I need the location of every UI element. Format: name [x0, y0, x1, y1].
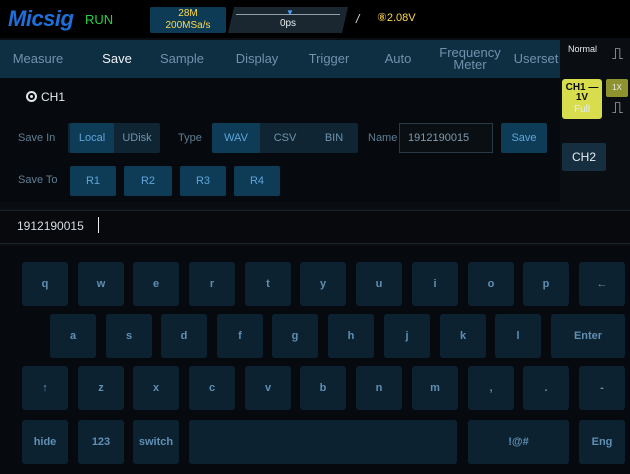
trigger-position-marker-icon: ▼: [286, 8, 294, 17]
run-state[interactable]: RUN: [85, 12, 113, 27]
time-offset: 0ps: [279, 18, 297, 29]
save-in-local-button[interactable]: Local: [70, 123, 114, 153]
key-k[interactable]: k: [440, 314, 486, 358]
coupling-wave-icon: ⎍: [612, 100, 624, 117]
language-key[interactable]: Eng: [579, 420, 625, 464]
key-l[interactable]: l: [495, 314, 541, 358]
sample-depth: 28M: [178, 8, 198, 19]
key-comma[interactable]: ,: [468, 366, 514, 410]
key-w[interactable]: w: [78, 262, 124, 306]
key-dash[interactable]: -: [579, 366, 625, 410]
type-label: Type: [178, 132, 202, 144]
tab-auto[interactable]: Auto: [372, 40, 424, 78]
save-button[interactable]: Save: [501, 123, 547, 153]
name-label: Name: [368, 132, 398, 144]
key-b[interactable]: b: [300, 366, 346, 410]
key-t[interactable]: t: [245, 262, 291, 306]
key-a[interactable]: a: [50, 314, 96, 358]
key-e[interactable]: e: [133, 262, 179, 306]
time-offset-track[interactable]: ▼ 0ps: [228, 7, 348, 33]
ch2-button[interactable]: CH2: [562, 143, 606, 171]
key-d[interactable]: d: [161, 314, 207, 358]
key-n[interactable]: n: [356, 366, 402, 410]
ch1-scale: 1V: [575, 92, 589, 103]
on-screen-keyboard: q w e r t y u i o p ← a s d f g h j k l …: [0, 246, 630, 474]
tab-trigger[interactable]: Trigger: [298, 40, 360, 78]
key-g[interactable]: g: [272, 314, 318, 358]
key-c[interactable]: c: [189, 366, 235, 410]
sample-rate: 200MSa/s: [165, 20, 211, 31]
sample-info[interactable]: 28M 200MSa/s: [150, 7, 226, 33]
save-to-r4-button[interactable]: R4: [234, 166, 280, 196]
trigger-level[interactable]: ⑧2.08V: [377, 11, 416, 24]
save-in-udisk-button[interactable]: UDisk: [114, 123, 160, 153]
text-caret: [98, 217, 99, 233]
tab-sample[interactable]: Sample: [150, 40, 214, 78]
key-x[interactable]: x: [133, 366, 179, 410]
name-field[interactable]: 1912190015: [399, 123, 493, 153]
hide-keyboard-key[interactable]: hide: [22, 420, 68, 464]
key-i[interactable]: i: [412, 262, 458, 306]
brand-logo: Micsig: [8, 6, 74, 31]
key-y[interactable]: y: [300, 262, 346, 306]
square-wave-icon: ⎍: [612, 46, 624, 63]
tab-display[interactable]: Display: [224, 40, 290, 78]
key-q[interactable]: q: [22, 262, 68, 306]
trigger-slope-icon[interactable]: /: [356, 12, 359, 26]
enter-key[interactable]: Enter: [551, 314, 625, 358]
key-period[interactable]: .: [523, 366, 569, 410]
source-channel-label: CH1: [41, 90, 66, 104]
text-input-value: 1912190015: [17, 219, 84, 233]
key-z[interactable]: z: [78, 366, 124, 410]
tab-measure[interactable]: Measure: [0, 40, 76, 78]
type-wav-button[interactable]: WAV: [212, 123, 260, 153]
type-csv-button[interactable]: CSV: [260, 123, 310, 153]
key-p[interactable]: p: [523, 262, 569, 306]
save-to-r1-button[interactable]: R1: [70, 166, 116, 196]
key-v[interactable]: v: [245, 366, 291, 410]
space-key[interactable]: [189, 420, 457, 464]
save-in-label: Save In: [18, 132, 56, 144]
tab-frequency-meter[interactable]: Frequency Meter: [434, 40, 506, 78]
key-m[interactable]: m: [412, 366, 458, 410]
switch-key[interactable]: switch: [133, 420, 179, 464]
key-o[interactable]: o: [468, 262, 514, 306]
key-f[interactable]: f: [217, 314, 263, 358]
backspace-key-icon[interactable]: ←: [579, 262, 625, 306]
ch1-radio[interactable]: [26, 91, 37, 102]
save-to-label: Save To: [18, 174, 58, 186]
type-bin-button[interactable]: BIN: [310, 123, 358, 153]
text-input-bar[interactable]: [0, 210, 630, 244]
menu-bar: Measure Save Sample Display Trigger Auto…: [0, 40, 560, 78]
acquisition-mode[interactable]: Normal: [568, 44, 597, 54]
save-to-r3-button[interactable]: R3: [180, 166, 226, 196]
save-to-r2-button[interactable]: R2: [124, 166, 172, 196]
bandwidth-limit: Full: [574, 104, 591, 115]
symbols-key[interactable]: !@#: [468, 420, 569, 464]
key-u[interactable]: u: [356, 262, 402, 306]
tab-save[interactable]: Save: [86, 40, 148, 78]
numeric-mode-key[interactable]: 123: [78, 420, 124, 464]
key-j[interactable]: j: [384, 314, 430, 358]
key-s[interactable]: s: [106, 314, 152, 358]
shift-key-icon[interactable]: ↑: [22, 366, 68, 410]
tab-userset[interactable]: Userset: [508, 40, 564, 78]
key-h[interactable]: h: [328, 314, 374, 358]
probe-ratio[interactable]: 1X: [606, 79, 628, 97]
key-r[interactable]: r: [189, 262, 235, 306]
